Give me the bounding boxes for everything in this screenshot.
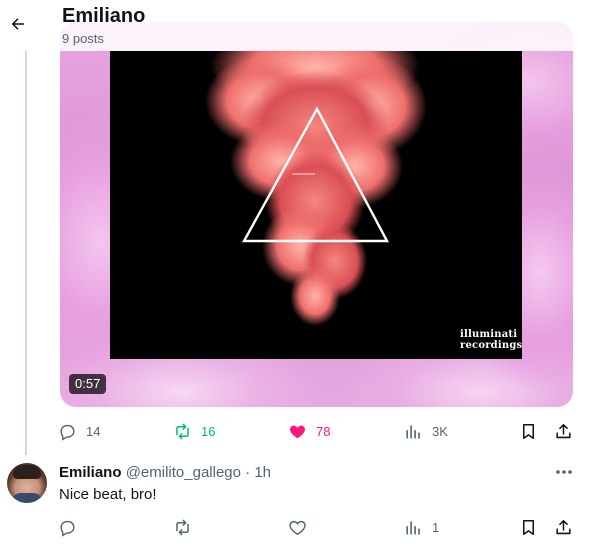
share-icon	[556, 519, 571, 534]
views-icon	[406, 520, 420, 535]
back-button[interactable]	[4, 10, 32, 38]
label-logo: illuminati recordings	[460, 329, 523, 351]
reply-view-count: 1	[432, 519, 440, 535]
smoke-artwork	[205, 51, 427, 326]
reply-bookmark-button[interactable]	[519, 516, 538, 538]
reply-reply-button[interactable]	[58, 516, 86, 538]
post-video[interactable]: illuminati recordings 0:57	[60, 22, 573, 407]
avatar-hair	[13, 465, 41, 479]
reply-button[interactable]: 14	[58, 420, 100, 442]
more-button[interactable]	[553, 463, 575, 481]
reply-icon	[60, 424, 75, 441]
video-duration: 0:57	[69, 374, 107, 394]
like-count: 78	[316, 423, 331, 439]
post-count: 9 posts	[62, 31, 104, 46]
views-button[interactable]: 3K	[404, 420, 448, 442]
repost-button[interactable]: 16	[173, 420, 215, 442]
reply-count: 14	[86, 423, 101, 439]
heart-icon	[290, 425, 305, 438]
reply-views-button[interactable]: 1	[404, 516, 439, 538]
reply-header: Emiliano @emilito_gallego · 1h	[59, 464, 271, 481]
repost-icon	[176, 423, 189, 439]
reply-share-button[interactable]	[554, 516, 573, 538]
heart-icon	[289, 520, 306, 535]
bookmark-icon	[522, 423, 535, 439]
share-icon	[556, 423, 571, 438]
reply-author-handle[interactable]: @emilito_gallego	[126, 464, 241, 481]
reply-icon	[60, 520, 75, 537]
view-count: 3K	[432, 423, 448, 439]
profile-header: Emiliano 9 posts	[0, 0, 590, 51]
repost-icon	[176, 519, 189, 535]
reply-action-bar: 1	[58, 516, 578, 538]
like-button[interactable]: 78	[288, 420, 330, 442]
album-cover: illuminati recordings	[110, 51, 522, 359]
avatar-shirt	[11, 493, 43, 503]
repost-count: 16	[201, 423, 216, 439]
back-arrow-icon	[11, 18, 24, 30]
views-icon	[406, 424, 420, 439]
reply-author-name[interactable]: Emiliano	[59, 464, 122, 481]
post-action-bar: 14 16 78 3K	[58, 420, 578, 442]
bookmark-button[interactable]	[519, 420, 538, 442]
avatar[interactable]	[7, 463, 47, 503]
bookmark-icon	[522, 519, 535, 535]
thread-line	[25, 50, 27, 455]
profile-name: Emiliano	[62, 5, 146, 27]
reply-like-button[interactable]	[288, 516, 316, 538]
reply-repost-button[interactable]	[173, 516, 201, 538]
reply-separator: ·	[245, 464, 251, 481]
reply-timestamp[interactable]: 1h	[254, 464, 271, 481]
reply-text: Nice beat, bro!	[59, 486, 157, 503]
share-button[interactable]	[554, 420, 573, 442]
more-icon	[556, 470, 572, 474]
